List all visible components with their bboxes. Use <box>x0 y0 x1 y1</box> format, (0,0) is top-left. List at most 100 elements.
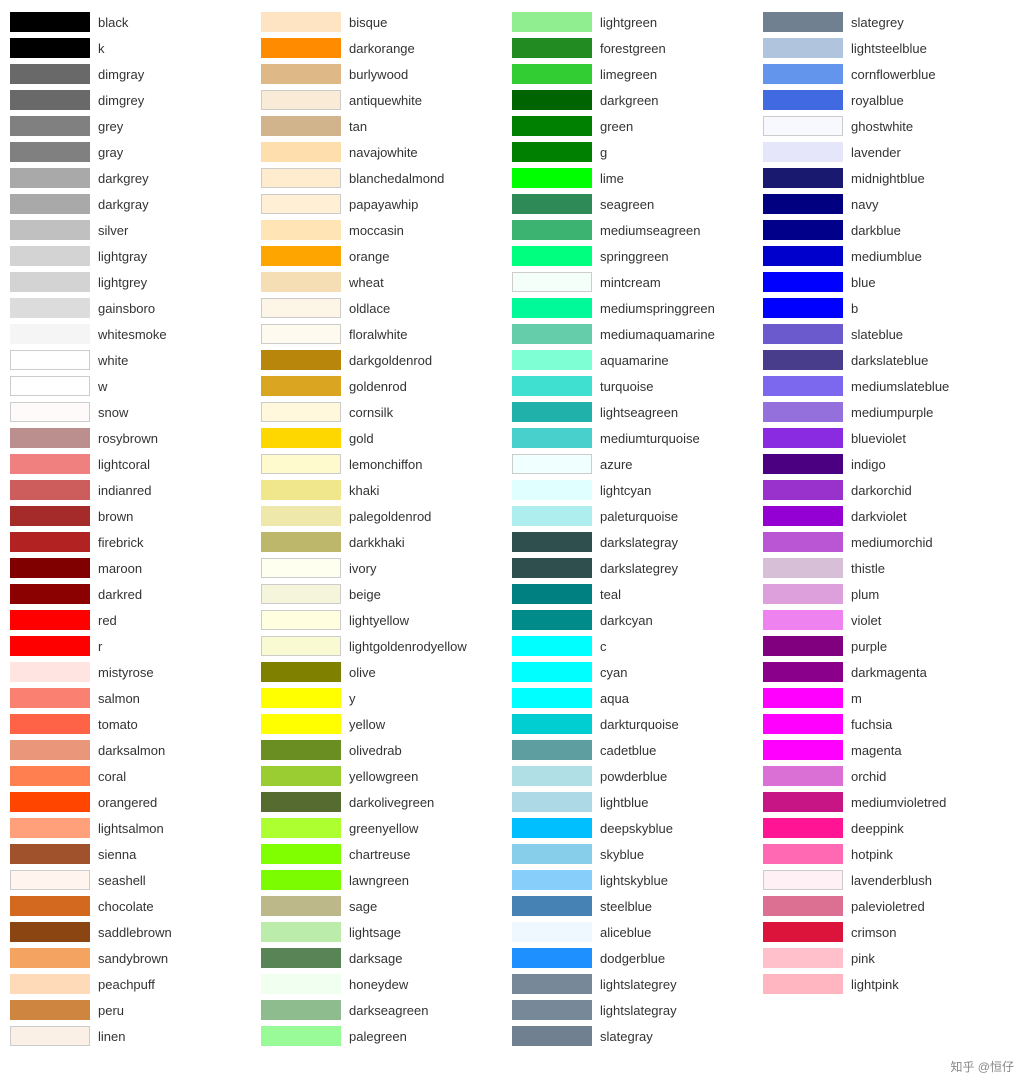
color-row: gold <box>261 426 512 450</box>
color-row: peru <box>10 998 261 1022</box>
color-row: k <box>10 36 261 60</box>
color-row: yellow <box>261 712 512 736</box>
color-swatch <box>512 246 592 266</box>
color-swatch <box>763 818 843 838</box>
color-row: coral <box>10 764 261 788</box>
color-swatch <box>512 194 592 214</box>
color-swatch <box>261 246 341 266</box>
color-row: darkseagreen <box>261 998 512 1022</box>
color-swatch <box>261 116 341 136</box>
color-name-label: w <box>98 379 107 394</box>
color-swatch <box>261 90 341 110</box>
color-swatch <box>512 532 592 552</box>
color-name-label: darkmagenta <box>851 665 927 680</box>
color-swatch <box>763 142 843 162</box>
color-swatch <box>512 272 592 292</box>
color-swatch <box>261 428 341 448</box>
color-name-label: goldenrod <box>349 379 407 394</box>
color-swatch <box>512 714 592 734</box>
color-name-label: yellowgreen <box>349 769 418 784</box>
color-name-label: olive <box>349 665 376 680</box>
color-name-label: blue <box>851 275 876 290</box>
color-row: navajowhite <box>261 140 512 164</box>
color-row: steelblue <box>512 894 763 918</box>
color-swatch <box>261 870 341 890</box>
color-row: tan <box>261 114 512 138</box>
color-swatch <box>512 90 592 110</box>
color-row: darkturquoise <box>512 712 763 736</box>
column-col2: bisquedarkorangeburlywoodantiquewhitetan… <box>261 10 512 1050</box>
color-name-label: r <box>98 639 102 654</box>
color-swatch <box>763 688 843 708</box>
color-row: oldlace <box>261 296 512 320</box>
color-row: linen <box>10 1024 261 1048</box>
color-row: yellowgreen <box>261 764 512 788</box>
color-swatch <box>763 896 843 916</box>
color-swatch <box>10 766 90 786</box>
color-name-label: ghostwhite <box>851 119 913 134</box>
color-row: moccasin <box>261 218 512 242</box>
color-row: lawngreen <box>261 868 512 892</box>
color-row: darkgreen <box>512 88 763 112</box>
color-swatch <box>763 714 843 734</box>
color-swatch <box>763 532 843 552</box>
color-row: beige <box>261 582 512 606</box>
color-swatch <box>10 428 90 448</box>
color-row: red <box>10 608 261 632</box>
color-row: cyan <box>512 660 763 684</box>
color-name-label: wheat <box>349 275 384 290</box>
color-row: aquamarine <box>512 348 763 372</box>
color-row: honeydew <box>261 972 512 996</box>
color-row: snow <box>10 400 261 424</box>
color-name-label: lavenderblush <box>851 873 932 888</box>
color-name-label: beige <box>349 587 381 602</box>
color-name-label: dimgray <box>98 67 144 82</box>
color-swatch <box>10 64 90 84</box>
color-name-label: cyan <box>600 665 627 680</box>
color-name-label: darkcyan <box>600 613 653 628</box>
color-row: aliceblue <box>512 920 763 944</box>
color-swatch <box>512 454 592 474</box>
color-swatch <box>512 558 592 578</box>
color-row: brown <box>10 504 261 528</box>
color-swatch <box>261 688 341 708</box>
color-swatch <box>10 506 90 526</box>
color-row: dimgrey <box>10 88 261 112</box>
color-row: white <box>10 348 261 372</box>
color-name-label: lavender <box>851 145 901 160</box>
color-row: darkorchid <box>763 478 1014 502</box>
color-swatch <box>763 506 843 526</box>
color-name-label: magenta <box>851 743 902 758</box>
color-row: fuchsia <box>763 712 1014 736</box>
color-row: lightsalmon <box>10 816 261 840</box>
color-swatch <box>261 38 341 58</box>
color-row: chartreuse <box>261 842 512 866</box>
color-name-label: khaki <box>349 483 379 498</box>
color-name-label: lightseagreen <box>600 405 678 420</box>
color-row: lightgray <box>10 244 261 268</box>
color-name-label: white <box>98 353 128 368</box>
color-row: springgreen <box>512 244 763 268</box>
color-name-label: y <box>349 691 356 706</box>
color-swatch <box>763 220 843 240</box>
color-name-label: lightgoldenrodyellow <box>349 639 467 654</box>
color-row: mediumpurple <box>763 400 1014 424</box>
color-swatch <box>512 428 592 448</box>
color-name-label: powderblue <box>600 769 667 784</box>
color-swatch <box>261 350 341 370</box>
color-swatch <box>763 376 843 396</box>
color-row: burlywood <box>261 62 512 86</box>
color-row: slategray <box>512 1024 763 1048</box>
color-swatch <box>763 584 843 604</box>
color-name-label: deepskyblue <box>600 821 673 836</box>
color-swatch <box>10 194 90 214</box>
color-row: lightcoral <box>10 452 261 476</box>
color-swatch <box>261 220 341 240</box>
color-row: purple <box>763 634 1014 658</box>
color-name-label: mistyrose <box>98 665 154 680</box>
color-swatch <box>261 558 341 578</box>
color-name-label: darkslategrey <box>600 561 678 576</box>
color-name-label: slateblue <box>851 327 903 342</box>
color-row: lightsteelblue <box>763 36 1014 60</box>
color-swatch <box>763 116 843 136</box>
